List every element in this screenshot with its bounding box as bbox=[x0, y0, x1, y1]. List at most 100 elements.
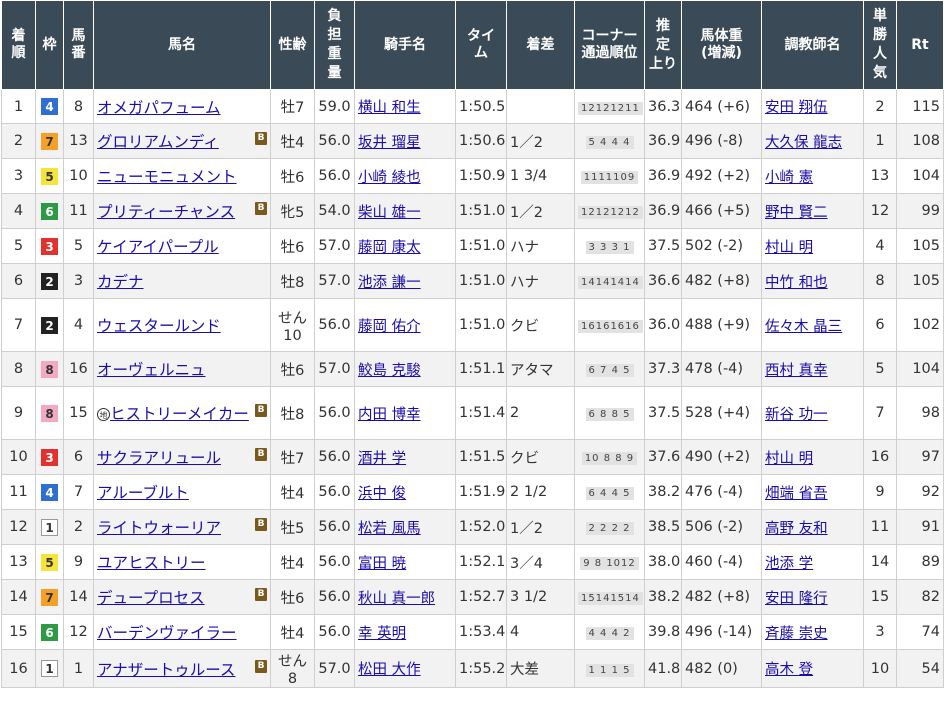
horse-name-link[interactable]: ウェスタールンド bbox=[97, 317, 221, 335]
horse-name-link[interactable]: グロリアムンディ bbox=[97, 133, 219, 151]
margin-cell: アタマ bbox=[506, 351, 575, 387]
margin-cell: 2 bbox=[506, 386, 575, 440]
jockey-link[interactable]: 酒井 学 bbox=[358, 451, 406, 467]
jockey-link[interactable]: 坂井 瑠星 bbox=[358, 135, 421, 151]
margin-cell: 大差 bbox=[506, 649, 575, 688]
waku-badge: 6 bbox=[41, 202, 58, 220]
jockey-link[interactable]: 柴山 雄一 bbox=[358, 205, 421, 221]
waku-badge: 8 bbox=[41, 360, 58, 378]
horse-name-link[interactable]: アルーブルト bbox=[97, 484, 189, 502]
jockey-cell: 松若 風馬 bbox=[354, 509, 456, 545]
col-last3f[interactable]: 推定上り bbox=[644, 0, 682, 90]
col-waku[interactable]: 枠 bbox=[35, 0, 64, 90]
trainer-link[interactable]: 安田 隆行 bbox=[765, 591, 828, 607]
margin-cell: クビ bbox=[506, 439, 575, 475]
jockey-link[interactable]: 内田 博幸 bbox=[358, 407, 421, 423]
col-bodyweight[interactable]: 馬体重 (増減) bbox=[681, 0, 762, 90]
horse-name-link[interactable]: バーデンヴァイラー bbox=[97, 624, 237, 642]
jockey-link[interactable]: 秋山 真一郎 bbox=[358, 591, 435, 607]
horse-name-link[interactable]: ヒストリーメイカー bbox=[110, 405, 249, 423]
jockey-link[interactable]: 富田 暁 bbox=[358, 556, 406, 572]
col-trainer[interactable]: 調教師名 bbox=[761, 0, 864, 90]
jockey-link[interactable]: 小崎 綾也 bbox=[358, 170, 421, 186]
last3f-cell: 36.3 bbox=[644, 89, 682, 124]
bodyweight-cell: 476 (-4) bbox=[681, 474, 762, 510]
sexage-cell: 牡6 bbox=[270, 158, 315, 194]
col-time[interactable]: タイム bbox=[455, 0, 507, 90]
horse-name-link[interactable]: ニューモニュメント bbox=[97, 168, 237, 186]
sexage-cell: 牝5 bbox=[270, 193, 315, 229]
popularity-cell: 10 bbox=[863, 649, 897, 688]
jockey-link[interactable]: 松若 風馬 bbox=[358, 521, 421, 537]
col-horse[interactable]: 馬名 bbox=[93, 0, 271, 90]
margin-cell bbox=[506, 89, 575, 124]
col-rating[interactable]: Rt bbox=[896, 0, 944, 90]
corner-cell: 12121212 bbox=[574, 193, 645, 229]
trainer-link[interactable]: 中竹 和也 bbox=[765, 275, 828, 291]
popularity-cell: 1 bbox=[863, 123, 897, 159]
horse-name-link[interactable]: カデナ bbox=[97, 273, 144, 291]
trainer-link[interactable]: 高野 友和 bbox=[765, 521, 828, 537]
trainer-cell: 池添 学 bbox=[761, 544, 864, 580]
jockey-link[interactable]: 幸 英明 bbox=[358, 626, 406, 642]
horse-name-link[interactable]: オーヴェルニュ bbox=[97, 361, 206, 379]
col-umaban[interactable]: 馬番 bbox=[63, 0, 94, 90]
jockey-link[interactable]: 藤岡 佑介 bbox=[358, 319, 421, 335]
waku-cell: 1 bbox=[35, 509, 64, 545]
trainer-link[interactable]: 池添 学 bbox=[765, 556, 813, 572]
rating-cell: 104 bbox=[896, 351, 944, 387]
trainer-link[interactable]: 村山 明 bbox=[765, 451, 813, 467]
col-sexage[interactable]: 性齢 bbox=[270, 0, 315, 90]
jockey-link[interactable]: 鮫島 克駿 bbox=[358, 363, 421, 379]
margin-cell: ハナ bbox=[506, 228, 575, 264]
trainer-link[interactable]: 高木 登 bbox=[765, 662, 813, 678]
horse-name-link[interactable]: ユアヒストリー bbox=[97, 554, 206, 572]
trainer-link[interactable]: 小崎 憲 bbox=[765, 170, 813, 186]
trainer-link[interactable]: 佐々木 晶三 bbox=[765, 319, 842, 335]
horse-name-link[interactable]: プリティーチャンス bbox=[97, 203, 235, 221]
horse-name-link[interactable]: アナザートゥルース bbox=[97, 661, 235, 679]
result-row: 9 8 15 地ヒストリーメイカー B 牡8 56.0 内田 博幸 1:51.4 2 6 8 8 5… bbox=[1, 386, 944, 440]
bodyweight-cell: 488 (+9) bbox=[681, 298, 762, 352]
horse-name-link[interactable]: オメガパフューム bbox=[97, 99, 221, 117]
jockey-link[interactable]: 池添 謙一 bbox=[358, 275, 421, 291]
last3f-cell: 37.3 bbox=[644, 351, 682, 387]
trainer-link[interactable]: 新谷 功一 bbox=[765, 407, 828, 423]
col-popularity[interactable]: 単勝人気 bbox=[863, 0, 897, 90]
col-weight[interactable]: 負担重量 bbox=[314, 0, 355, 90]
jockey-link[interactable]: 横山 和生 bbox=[358, 100, 421, 116]
popularity-cell: 16 bbox=[863, 439, 897, 475]
horse-name-link[interactable]: サクラアリュール bbox=[97, 449, 221, 467]
jockey-link[interactable]: 浜中 俊 bbox=[358, 486, 406, 502]
corner-positions: 6 7 4 5 bbox=[585, 364, 634, 377]
corner-cell: 6 4 4 5 bbox=[574, 474, 645, 510]
bodyweight-cell: 502 (-2) bbox=[681, 228, 762, 264]
trainer-link[interactable]: 大久保 龍志 bbox=[765, 135, 842, 151]
col-jockey[interactable]: 騎手名 bbox=[354, 0, 456, 90]
trainer-link[interactable]: 畑端 省吾 bbox=[765, 486, 828, 502]
rating-cell: 98 bbox=[896, 386, 944, 440]
rank-cell: 3 bbox=[1, 158, 36, 194]
rank-cell: 5 bbox=[1, 228, 36, 264]
trainer-link[interactable]: 安田 翔伍 bbox=[765, 100, 828, 116]
corner-cell: 6 8 8 5 bbox=[574, 386, 645, 440]
trainer-link[interactable]: 斉藤 崇史 bbox=[765, 626, 828, 642]
col-rank[interactable]: 着順 bbox=[1, 0, 36, 90]
waku-cell: 4 bbox=[35, 89, 64, 124]
time-cell: 1:51.0 bbox=[455, 298, 507, 352]
horse-name-link[interactable]: ケイアイパープル bbox=[97, 238, 219, 256]
sexage-cell: 牡4 bbox=[270, 474, 315, 510]
horse-name-link[interactable]: ライトウォーリア bbox=[97, 519, 221, 537]
jockey-link[interactable]: 松田 大作 bbox=[358, 662, 421, 678]
col-corner[interactable]: コーナー 通過順位 bbox=[574, 0, 645, 90]
rank-cell: 9 bbox=[1, 386, 36, 440]
col-margin[interactable]: 着差 bbox=[506, 0, 575, 90]
jockey-link[interactable]: 藤岡 康太 bbox=[358, 240, 421, 256]
rating-cell: 91 bbox=[896, 509, 944, 545]
trainer-link[interactable]: 野中 賢二 bbox=[765, 205, 828, 221]
blinker-icon: B bbox=[255, 202, 267, 215]
trainer-link[interactable]: 村山 明 bbox=[765, 240, 813, 256]
horse-name-link[interactable]: デュープロセス bbox=[97, 589, 205, 607]
trainer-link[interactable]: 西村 真幸 bbox=[765, 363, 828, 379]
corner-cell: 5 4 4 4 bbox=[574, 123, 645, 159]
